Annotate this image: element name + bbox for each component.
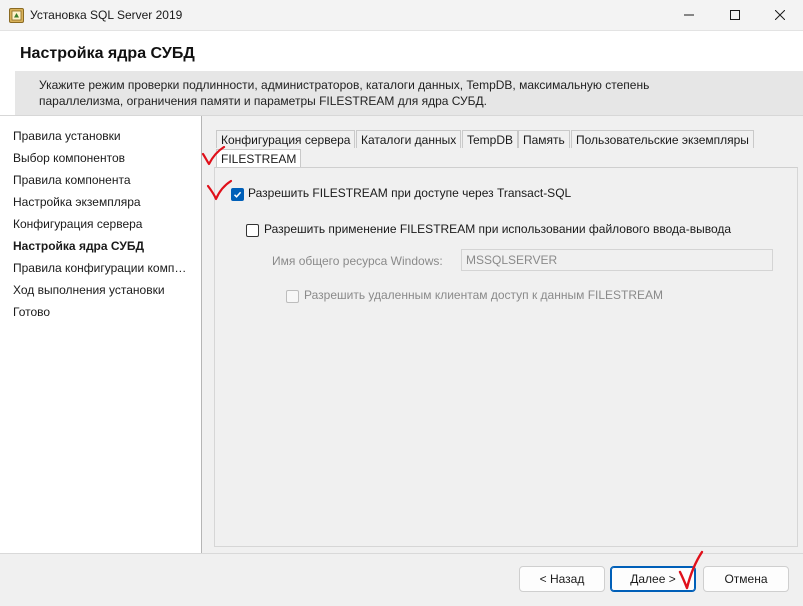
share-name-label: Имя общего ресурса Windows:	[272, 254, 443, 268]
page-description-line: Укажите режим проверки подлинности, адми…	[39, 78, 650, 92]
filestream-panel: Разрешить FILESTREAM при доступе через T…	[214, 167, 798, 547]
cancel-button[interactable]: Отмена	[703, 566, 789, 592]
wizard-footer: < Назад Далее > Отмена	[0, 553, 803, 606]
minimize-icon	[684, 14, 694, 16]
close-button[interactable]	[757, 0, 803, 30]
nav-item-setup-rules[interactable]: Правила установки	[13, 129, 193, 143]
tab-filestream[interactable]: FILESTREAM	[216, 149, 302, 168]
allow-remote-clients-checkbox[interactable]	[286, 290, 299, 303]
back-button[interactable]: < Назад	[519, 566, 605, 592]
enable-filestream-tsql-checkbox[interactable]	[231, 188, 244, 201]
step-navigation: Правила установки Выбор компонентов Прав…	[0, 116, 202, 553]
page-description: Укажите режим проверки подлинности, адми…	[15, 71, 803, 115]
nav-item-installation-progress[interactable]: Ход выполнения установки	[13, 283, 193, 297]
enable-filestream-tsql-label: Разрешить FILESTREAM при доступе через T…	[248, 186, 572, 200]
nav-item-feature-selection[interactable]: Выбор компонентов	[13, 151, 193, 165]
close-icon	[775, 10, 785, 20]
sql-server-setup-icon	[9, 8, 24, 23]
nav-item-complete[interactable]: Готово	[13, 305, 193, 319]
page-title: Настройка ядра СУБД	[20, 45, 195, 62]
tab-data-directories[interactable]: Каталоги данных	[356, 130, 462, 148]
tab-server-configuration[interactable]: Конфигурация сервера	[216, 130, 356, 148]
enable-filestream-file-io-checkbox[interactable]	[246, 224, 259, 237]
share-name-input[interactable]	[461, 249, 773, 271]
main-content: Конфигурация сервера Каталоги данных Tem…	[203, 116, 803, 553]
nav-item-instance-configuration[interactable]: Настройка экземпляра	[13, 195, 193, 209]
page-header: Настройка ядра СУБД Укажите режим провер…	[0, 31, 803, 116]
checkmark-icon	[233, 191, 242, 198]
maximize-button[interactable]	[712, 0, 758, 30]
nav-item-feature-configuration-rules[interactable]: Правила конфигурации компонента	[13, 261, 193, 275]
tab-user-instances[interactable]: Пользовательские экземпляры	[571, 130, 754, 148]
nav-item-server-configuration[interactable]: Конфигурация сервера	[13, 217, 193, 231]
window-title: Установка SQL Server 2019	[30, 8, 183, 22]
tab-memory[interactable]: Память	[518, 130, 570, 148]
title-bar: Установка SQL Server 2019	[0, 0, 803, 31]
page-description-line: параллелизма, ограничения памяти и парам…	[39, 94, 488, 108]
allow-remote-clients-label: Разрешить удаленным клиентам доступ к да…	[304, 288, 664, 302]
nav-item-feature-rules[interactable]: Правила компонента	[13, 173, 193, 187]
next-button[interactable]: Далее >	[610, 566, 696, 592]
minimize-button[interactable]	[666, 0, 712, 30]
maximize-icon	[730, 10, 740, 20]
tab-tempdb[interactable]: TempDB	[462, 130, 519, 148]
nav-item-database-engine-configuration[interactable]: Настройка ядра СУБД	[13, 239, 193, 253]
enable-filestream-file-io-label: Разрешить применение FILESTREAM при испо…	[264, 222, 732, 236]
